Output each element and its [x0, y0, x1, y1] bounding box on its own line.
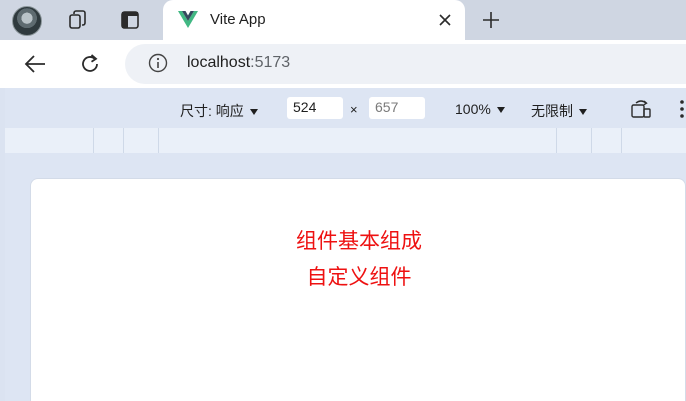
url-port: :5173	[250, 54, 291, 71]
zoom-label: 100%	[455, 101, 491, 117]
tab-actions-icon[interactable]	[117, 8, 143, 32]
info-icon[interactable]	[148, 53, 168, 73]
ruler-divider	[93, 128, 94, 153]
dimensions-label: 尺寸: 响应	[180, 103, 244, 119]
throttle-dropdown[interactable]: 无限制	[531, 101, 587, 121]
ruler-divider	[621, 128, 622, 153]
throttle-label: 无限制	[531, 103, 573, 119]
plus-icon[interactable]	[478, 7, 504, 33]
url-host: localhost	[187, 54, 251, 71]
page-subheading: 自定义组件	[306, 265, 412, 289]
url-text[interactable]: localhost:5173	[187, 54, 290, 72]
caret-down-icon	[579, 109, 587, 115]
workspaces-icon[interactable]	[65, 8, 91, 32]
zoom-dropdown[interactable]: 100%	[455, 101, 505, 117]
reload-icon[interactable]	[76, 50, 104, 78]
times-sign: ×	[350, 102, 358, 117]
ruler-divider	[591, 128, 592, 153]
close-icon[interactable]	[434, 9, 456, 31]
back-arrow-icon[interactable]	[21, 50, 49, 78]
browser-toolbar	[0, 40, 686, 88]
avatar[interactable]	[12, 6, 42, 36]
tab-title: Vite App	[210, 11, 266, 28]
dimensions-dropdown[interactable]: 尺寸: 响应	[180, 101, 258, 121]
rotate-icon[interactable]	[630, 98, 654, 120]
caret-down-icon	[249, 109, 258, 115]
vue-logo-icon	[178, 11, 198, 29]
ruler-divider	[556, 128, 557, 153]
tab-active[interactable]	[163, 0, 465, 41]
caret-down-icon	[496, 107, 505, 113]
ruler-divider	[123, 128, 124, 153]
width-input[interactable]: 524	[287, 97, 343, 119]
height-input[interactable]: 657	[369, 97, 425, 119]
page-viewport: 组件基本组成 自定义组件	[30, 178, 686, 401]
media-query-bar[interactable]	[5, 128, 686, 153]
page-heading: 组件基本组成	[296, 229, 422, 253]
more-vertical-icon[interactable]	[677, 98, 686, 120]
ruler-divider	[158, 128, 159, 153]
